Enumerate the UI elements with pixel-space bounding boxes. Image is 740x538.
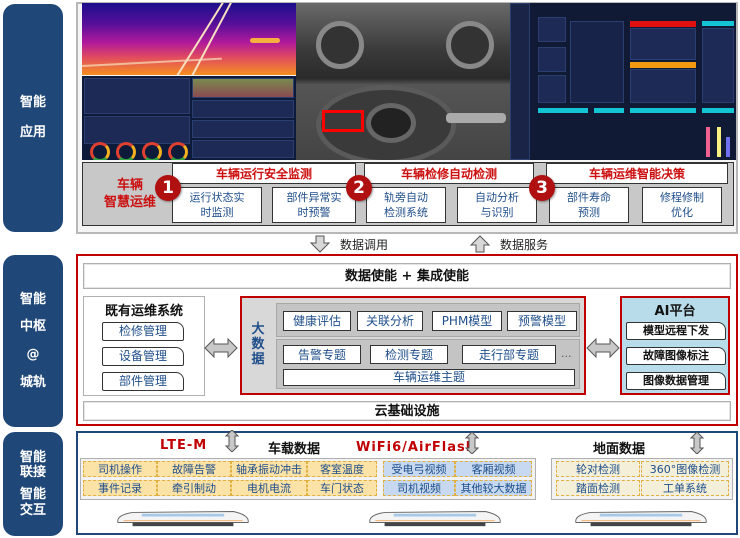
model-correlation-analysis[interactable]: 关联分析 bbox=[357, 311, 423, 331]
vertical-double-arrow-icon bbox=[690, 432, 704, 454]
category-number-badge: 3 bbox=[529, 175, 555, 201]
ai-item-remote-deploy[interactable]: 模型远程下发 bbox=[626, 322, 726, 340]
onboard-data-cell: 司机操作 bbox=[83, 461, 157, 477]
model-phm[interactable]: PHM模型 bbox=[432, 311, 502, 331]
ai-item-fault-annotation[interactable]: 故障图像标注 bbox=[626, 347, 726, 365]
wifi-airflash-label: WiFi6/AirFlash bbox=[356, 440, 476, 455]
topic-vehicle-ops-main[interactable]: 车辆运维主题 bbox=[283, 369, 575, 386]
function-line: 时预警 bbox=[297, 206, 331, 219]
side-label-line: 智能 bbox=[19, 291, 46, 307]
ground-data-cell: 踏面检测 bbox=[556, 480, 640, 496]
function-trackside-detection[interactable]: 轨旁自动 检测系统 bbox=[366, 187, 446, 223]
function-line: 部件寿命 bbox=[567, 191, 611, 204]
bogie-inspection-image bbox=[296, 3, 510, 160]
model-health-assessment[interactable]: 健康评估 bbox=[283, 311, 351, 331]
onboard-data-cell: 客室温度 bbox=[307, 461, 377, 477]
function-line: 与识别 bbox=[480, 206, 514, 219]
function-line: 优化 bbox=[671, 206, 693, 219]
onboard-data-title: 车载数据 bbox=[268, 442, 321, 457]
onboard-data-cell: 电机电流 bbox=[231, 480, 307, 496]
onboard-data-cell: 轴承振动冲击 bbox=[231, 461, 307, 477]
bigdata-label-char: 大 bbox=[251, 322, 265, 337]
function-anomaly-warning[interactable]: 部件异常实 时预警 bbox=[272, 187, 356, 223]
onboard-data-cell: 事件记录 bbox=[83, 480, 157, 496]
category-title-auto-inspection: 车辆检修自动检测 bbox=[364, 163, 534, 184]
bigdata-label: 大 数 据 bbox=[248, 322, 268, 367]
function-realtime-monitoring[interactable]: 运行状态实 时监测 bbox=[172, 187, 262, 223]
train-icon bbox=[117, 511, 249, 527]
monitoring-dashboard-image bbox=[82, 76, 296, 160]
bidirectional-arrow-icon bbox=[586, 338, 620, 358]
function-line: 运行状态实 bbox=[189, 191, 245, 204]
topic-inspection[interactable]: 检测专题 bbox=[370, 345, 448, 364]
legacy-item-equipment[interactable]: 设备管理 bbox=[102, 347, 184, 366]
function-line: 轨旁自动 bbox=[384, 191, 428, 204]
onboard-video-cell: 其他较大数据 bbox=[455, 480, 532, 496]
train-icon bbox=[369, 511, 501, 527]
function-line: 修程修制 bbox=[660, 191, 704, 204]
side-label-line: 中枢 bbox=[19, 319, 46, 335]
decision-dashboard-image bbox=[510, 3, 736, 160]
function-line: 自动分析 bbox=[475, 191, 519, 204]
legacy-systems-title: 既有运维系统 bbox=[104, 304, 183, 319]
function-line: 部件异常实 bbox=[286, 191, 342, 204]
train-icon bbox=[575, 511, 707, 527]
side-label-line: 智能 bbox=[19, 449, 46, 465]
category-title-smart-decision: 车辆运维智能决策 bbox=[546, 163, 728, 184]
bigdata-label-char: 据 bbox=[251, 352, 265, 367]
side-label-smart-hub: 智能 中枢 @ 城轨 bbox=[3, 255, 63, 427]
more-topics-ellipsis: ... bbox=[561, 347, 572, 360]
bidirectional-arrow-icon bbox=[204, 338, 238, 358]
function-auto-analysis[interactable]: 自动分析 与识别 bbox=[457, 187, 537, 223]
function-line: 检测系统 bbox=[384, 206, 428, 219]
onboard-data-cell: 故障告警 bbox=[157, 461, 231, 477]
data-service-label: 数据服务 bbox=[500, 238, 549, 252]
category-number-badge: 1 bbox=[155, 175, 181, 201]
ground-data-cell: 轮对检测 bbox=[556, 461, 640, 477]
ground-data-title: 地面数据 bbox=[593, 442, 646, 457]
legacy-item-maintenance[interactable]: 检修管理 bbox=[102, 322, 184, 341]
side-label-smart-application: 智能 应用 bbox=[3, 4, 63, 232]
onboard-data-cell: 牵引制动 bbox=[157, 480, 231, 496]
onboard-video-cell: 受电弓视频 bbox=[383, 461, 455, 477]
ai-platform-title: AI平台 bbox=[654, 304, 696, 319]
vertical-double-arrow-icon bbox=[465, 432, 479, 454]
lte-m-label: LTE-M bbox=[160, 438, 208, 453]
function-line: 时监测 bbox=[200, 206, 234, 219]
onboard-video-cell: 司机视频 bbox=[383, 480, 455, 496]
side-label-line: @ bbox=[26, 347, 40, 362]
topic-alarm[interactable]: 告警专题 bbox=[283, 345, 361, 364]
fault-highlight-box bbox=[322, 110, 364, 132]
smart-ops-title-line: 智慧运维 bbox=[103, 194, 156, 210]
ground-data-cell: 工单系统 bbox=[641, 480, 729, 496]
category-number-badge: 2 bbox=[346, 175, 372, 201]
side-label-line: 联接 bbox=[19, 465, 46, 481]
function-life-prediction[interactable]: 部件寿命 预测 bbox=[549, 187, 629, 223]
side-label-smart-connect: 智能 联接 智能 交互 bbox=[3, 432, 63, 536]
bigdata-label-char: 数 bbox=[251, 337, 265, 352]
side-label-line: 智能 bbox=[19, 95, 46, 111]
topic-running-gear[interactable]: 走行部专题 bbox=[462, 345, 556, 364]
function-repair-optimization[interactable]: 修程修制 优化 bbox=[642, 187, 722, 223]
side-label-line: 应用 bbox=[19, 125, 46, 140]
onboard-video-cell: 客厢视频 bbox=[455, 461, 532, 477]
side-label-line: 智能 bbox=[19, 487, 46, 502]
cloud-infrastructure-bar: 云基础设施 bbox=[83, 401, 731, 421]
category-title-safety-monitoring: 车辆运行安全监测 bbox=[172, 163, 356, 184]
side-label-line: 交互 bbox=[19, 502, 46, 518]
legacy-item-parts[interactable]: 部件管理 bbox=[102, 372, 184, 391]
side-label-line: 城轨 bbox=[19, 374, 46, 390]
arrow-down-icon bbox=[309, 235, 331, 253]
function-line: 预测 bbox=[578, 206, 600, 219]
enablement-bar: 数据使能 + 集成使能 bbox=[83, 263, 731, 289]
vertical-double-arrow-icon bbox=[225, 430, 239, 452]
model-warning[interactable]: 预警模型 bbox=[507, 311, 577, 331]
ground-data-cell: 360°图像检测 bbox=[641, 461, 729, 477]
ai-item-image-management[interactable]: 图像数据管理 bbox=[626, 372, 726, 390]
thermal-image bbox=[82, 3, 296, 75]
data-call-label: 数据调用 bbox=[340, 238, 389, 252]
arrow-up-icon bbox=[469, 235, 491, 253]
onboard-data-cell: 车门状态 bbox=[307, 480, 377, 496]
